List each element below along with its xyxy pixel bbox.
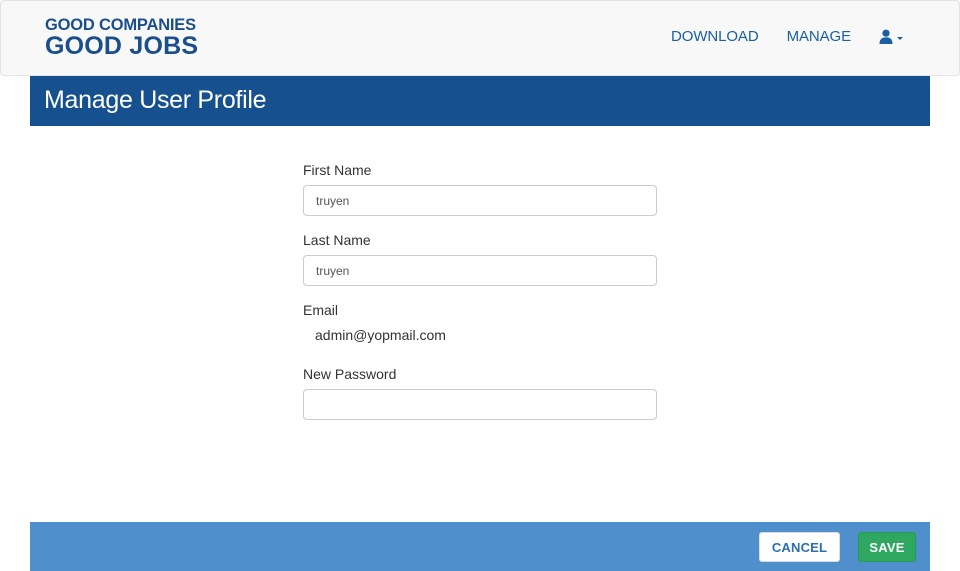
- nav-links: DOWNLOAD MANAGE: [643, 28, 903, 45]
- brand-logo[interactable]: GOOD COMPANIES GOOD JOBS: [45, 17, 198, 59]
- page-title: Manage User Profile: [44, 86, 267, 114]
- nav-manage-link[interactable]: MANAGE: [787, 28, 852, 45]
- new-password-label: New Password: [303, 366, 397, 382]
- save-button[interactable]: SAVE: [858, 532, 916, 562]
- user-icon: [879, 29, 893, 44]
- top-navbar: GOOD COMPANIES GOOD JOBS DOWNLOAD MANAGE: [0, 0, 960, 76]
- chevron-down-icon: [897, 36, 903, 40]
- new-password-input[interactable]: [303, 389, 657, 420]
- last-name-input[interactable]: [303, 255, 657, 286]
- email-value: admin@yopmail.com: [315, 327, 446, 343]
- action-footer: CANCEL SAVE: [30, 522, 930, 571]
- page-header: Manage User Profile: [30, 76, 930, 126]
- first-name-input[interactable]: [303, 185, 657, 216]
- user-menu-dropdown[interactable]: [879, 29, 903, 44]
- brand-logo-line2: GOOD JOBS: [45, 31, 199, 60]
- email-label: Email: [303, 302, 339, 318]
- first-name-label: First Name: [303, 162, 372, 178]
- cancel-button[interactable]: CANCEL: [759, 532, 840, 562]
- last-name-label: Last Name: [303, 232, 371, 248]
- nav-download-link[interactable]: DOWNLOAD: [671, 28, 759, 45]
